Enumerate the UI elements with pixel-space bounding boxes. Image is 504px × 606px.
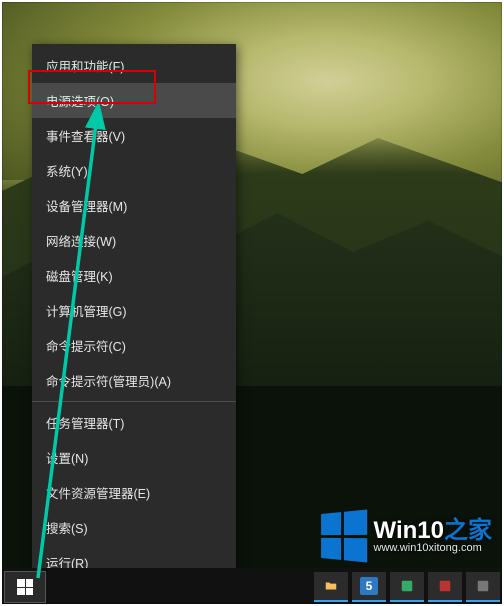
winx-context-menu: 应用和功能(F) 电源选项(O) 事件查看器(V) 系统(Y) 设备管理器(M) 网络连接… — [32, 44, 236, 606]
menu-item-label: 命令提示符(管理员)(A) — [46, 371, 171, 390]
menu-item[interactable]: 文件资源管理器(E) — [32, 475, 236, 510]
menu-item[interactable]: 任务管理器(T) — [32, 405, 236, 440]
menu-item-label: 系统(Y) — [46, 161, 88, 180]
taskbar-badge-number: 5 — [360, 577, 378, 595]
menu-item-label: 应用和功能(F) — [46, 56, 124, 75]
menu-item-label: 设置(N) — [46, 448, 88, 467]
menu-item[interactable]: 磁盘管理(K) — [32, 258, 236, 293]
taskbar: 5 — [0, 568, 504, 606]
watermark-url: www.win10xitong.com — [374, 543, 492, 555]
menu-item[interactable]: 设备管理器(M) — [32, 188, 236, 223]
menu-item[interactable]: 事件查看器(V) — [32, 118, 236, 153]
menu-item[interactable]: 计算机管理(G) — [32, 293, 236, 328]
app-icon — [438, 579, 452, 593]
watermark-text: Win10之家 www.win10xitong.com — [374, 518, 492, 555]
app-icon — [400, 579, 414, 593]
menu-item-label: 计算机管理(G) — [46, 301, 127, 320]
menu-item-label: 磁盘管理(K) — [46, 266, 113, 285]
taskbar-item-app2[interactable] — [428, 572, 462, 602]
taskbar-item-app3[interactable] — [466, 572, 500, 602]
menu-item-label: 事件查看器(V) — [46, 126, 125, 145]
menu-item-label: 网络连接(W) — [46, 231, 116, 250]
menu-item-label: 搜索(S) — [46, 518, 88, 537]
menu-item[interactable]: 系统(Y) — [32, 153, 236, 188]
desktop-background: 应用和功能(F) 电源选项(O) 事件查看器(V) 系统(Y) 设备管理器(M) 网络连接… — [0, 0, 504, 606]
windows-logo-icon — [17, 579, 33, 595]
menu-item-label: 文件资源管理器(E) — [46, 483, 150, 502]
watermark-title: Win10之家 — [374, 518, 492, 543]
menu-item-label: 电源选项(O) — [46, 91, 114, 110]
menu-item[interactable]: 应用和功能(F) — [32, 48, 236, 83]
menu-item-label: 设备管理器(M) — [46, 196, 127, 215]
menu-item[interactable]: 搜索(S) — [32, 510, 236, 545]
menu-item-label: 命令提示符(C) — [46, 336, 126, 355]
watermark-title-suffix: 之家 — [444, 517, 492, 544]
menu-item[interactable]: 设置(N) — [32, 440, 236, 475]
taskbar-item-folder[interactable] — [314, 572, 348, 602]
watermark-title-prefix: Win10 — [374, 517, 444, 544]
menu-item[interactable]: 网络连接(W) — [32, 223, 236, 258]
taskbar-item-badge[interactable]: 5 — [352, 572, 386, 602]
menu-item[interactable]: 电源选项(O) — [32, 83, 236, 118]
start-button[interactable] — [4, 571, 46, 603]
windows-logo-icon — [321, 510, 367, 563]
taskbar-item-app1[interactable] — [390, 572, 424, 602]
menu-item[interactable]: 命令提示符(管理员)(A) — [32, 363, 236, 398]
menu-item[interactable]: 命令提示符(C) — [32, 328, 236, 363]
app-icon — [476, 579, 490, 593]
menu-item-label: 任务管理器(T) — [46, 413, 124, 432]
menu-separator — [32, 401, 236, 402]
folder-icon — [324, 579, 338, 593]
watermark: Win10之家 www.win10xitong.com — [318, 512, 492, 560]
